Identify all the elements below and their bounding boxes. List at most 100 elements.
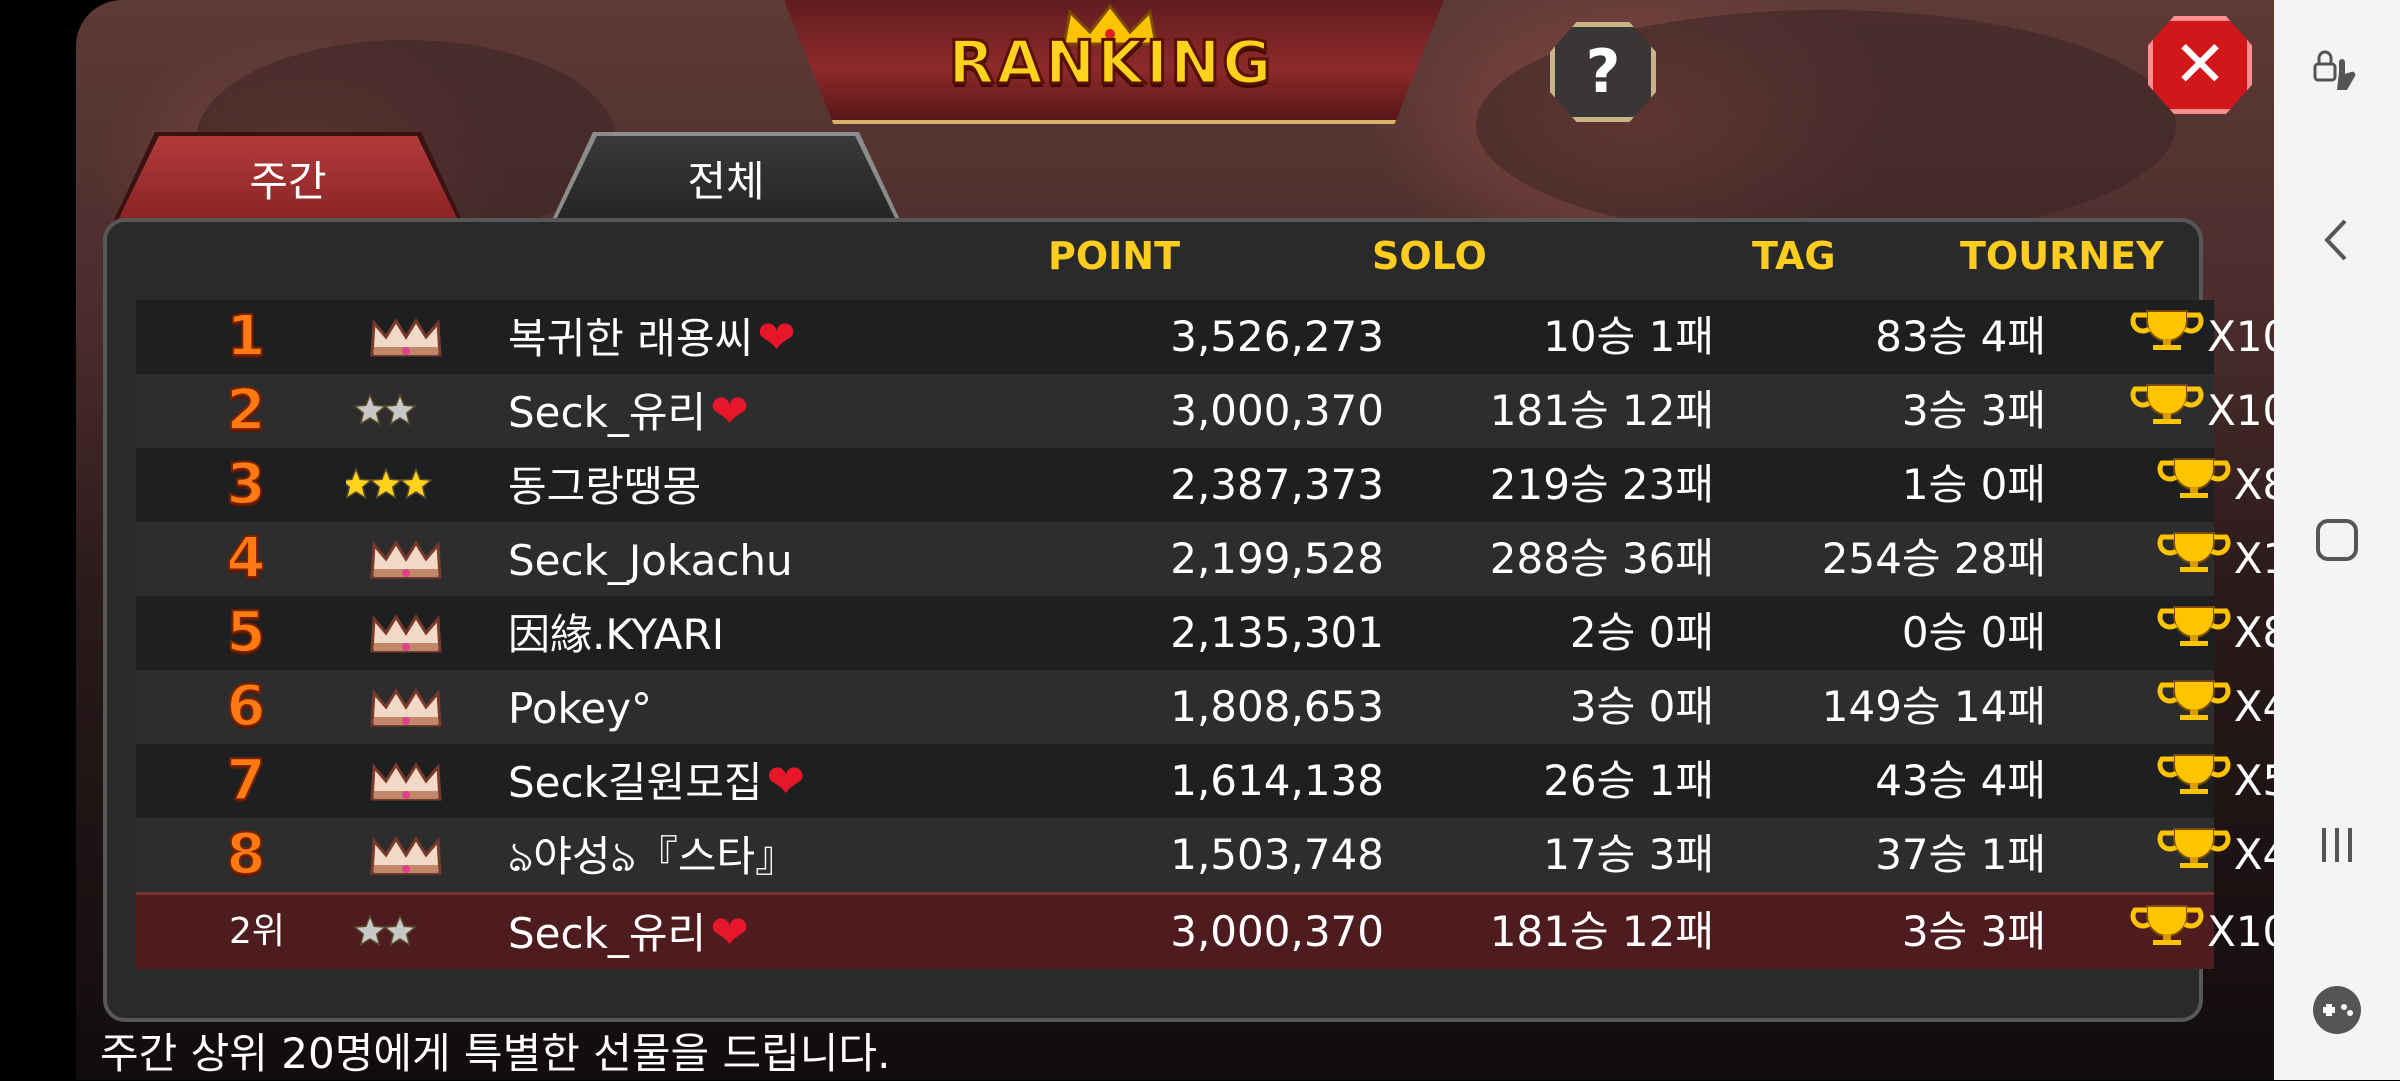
touch-lock-icon[interactable] (2274, 20, 2400, 120)
ranking-row[interactable]: 8ঌ야성ঌ『스타』1,503,74817승 3패37승 1패X49 (136, 818, 2316, 892)
tag-record: 1승 0패 (1901, 460, 2046, 509)
solo-record: 181승 12패 (1489, 907, 1714, 956)
trophy-icon (2156, 596, 2232, 670)
trophy-icon (2156, 448, 2232, 522)
trophy-icon (2156, 670, 2232, 744)
tag-record: 37승 1패 (1875, 830, 2046, 879)
ranking-row[interactable]: 7Seck길원모집❤1,614,13826승 1패43승 4패X54 (136, 744, 2316, 818)
tag-record: 83승 4패 (1875, 312, 2046, 361)
ranking-row[interactable]: 5因緣.KYARI2,135,3012승 0패0승 0패X85 (136, 596, 2316, 670)
tourney-column-header: TOURNEY (1960, 234, 2164, 278)
star-grade-icon (336, 895, 476, 969)
player-name: Pokey° (508, 670, 968, 744)
trophy-icon (2156, 522, 2232, 596)
player-name: Seck_Jokachu (508, 522, 968, 596)
rank-number: 3 (226, 451, 267, 518)
close-icon: ✕ (2173, 28, 2227, 102)
player-name: Seck_유리❤ (508, 374, 968, 448)
solo-record: 288승 36패 (1489, 534, 1714, 583)
rank-number: 5 (226, 599, 267, 666)
trophy-icon (2129, 374, 2205, 448)
point-value: 1,503,748 (1170, 830, 1384, 879)
player-name-text: 因緣.KYARI (508, 610, 725, 659)
android-nav-bar (2274, 0, 2400, 1080)
crown-grade-icon (336, 744, 476, 818)
point-value: 2,135,301 (1170, 608, 1384, 657)
player-name: ঌ야성ঌ『스타』 (508, 818, 968, 892)
rank-number: 6 (226, 673, 267, 740)
ranking-row[interactable]: 4Seck_Jokachu2,199,528288승 36패254승 28패X1… (136, 522, 2316, 596)
rank-number: 2 (226, 377, 267, 444)
rank-number: 8 (226, 821, 267, 888)
ranking-row[interactable]: 1 복귀한 래용씨❤ 3,526,273 10승 1패 83승 4패 X101 (136, 300, 2316, 374)
column-headers: POINT SOLO TAG TOURNEY (0, 234, 2400, 294)
game-tools-icon[interactable] (2274, 960, 2400, 1060)
player-name-text: Pokey° (508, 684, 653, 733)
recents-icon[interactable] (2274, 795, 2400, 895)
home-icon[interactable] (2274, 490, 2400, 590)
player-name: 복귀한 래용씨❤ (508, 300, 968, 374)
star-grade-icon (336, 448, 476, 522)
heart-icon: ❤ (710, 905, 749, 959)
point-value: 3,526,273 (1170, 312, 1384, 361)
player-name-text: Seck_유리 (508, 909, 707, 958)
point-value: 1,808,653 (1170, 682, 1384, 731)
page-title: RANKING (947, 27, 1274, 100)
ranking-row[interactable]: 6Pokey°1,808,6533승 0패149승 14패X47 (136, 670, 2316, 744)
solo-record: 10승 1패 (1543, 312, 1714, 361)
crown-grade-icon (336, 670, 476, 744)
tag-record: 149승 14패 (1821, 682, 2046, 731)
rank-number: 7 (226, 747, 267, 814)
solo-record: 26승 1패 (1543, 756, 1714, 805)
player-name-text: Seck길원모집 (508, 758, 763, 807)
crown-grade-icon (336, 300, 476, 374)
crown-grade-icon (336, 522, 476, 596)
solo-column-header: SOLO (1372, 234, 1487, 278)
tag-record: 3승 3패 (1901, 386, 2046, 435)
tab-all[interactable]: 전체 (556, 136, 896, 220)
help-button[interactable]: ? (1550, 22, 1656, 122)
tag-column-header: TAG (1752, 234, 1836, 278)
trophy-icon (2156, 818, 2232, 892)
solo-record: 181승 12패 (1489, 386, 1714, 435)
ranking-row[interactable]: 2 Seck_유리❤ 3,000,370 181승 12패 3승 3패 X102 (136, 374, 2316, 448)
trophy-icon (2129, 300, 2205, 374)
ranking-list: 1 복귀한 래용씨❤ 3,526,273 10승 1패 83승 4패 X101 2 Seck_… (136, 300, 2316, 969)
tag-record: 254승 28패 (1821, 534, 2046, 583)
solo-record: 17승 3패 (1543, 830, 1714, 879)
rank-number: 2위 (228, 911, 286, 952)
tab-weekly[interactable]: 주간 (118, 136, 458, 220)
rank-number: 1 (226, 303, 267, 370)
player-name-text: ঌ야성ঌ『스타』 (508, 832, 798, 881)
footer-notice: 주간 상위 20명에게 특별한 선물을 드립니다. (100, 1029, 891, 1078)
tag-record: 0승 0패 (1901, 608, 2046, 657)
tag-record: 43승 4패 (1875, 756, 2046, 805)
player-name-text: Seck_Jokachu (508, 536, 793, 585)
back-icon[interactable] (2274, 190, 2400, 290)
player-name-text: Seck_유리 (508, 388, 707, 437)
player-name: Seck_유리❤ (508, 895, 968, 969)
trophy-icon (2156, 744, 2232, 818)
crown-grade-icon (336, 596, 476, 670)
help-icon: ? (1585, 37, 1621, 107)
ranking-row[interactable]: 3동그랑땡몽2,387,373219승 23패1승 0패X80 (136, 448, 2316, 522)
player-name-text: 동그랑땡몽 (508, 462, 702, 511)
player-name: 동그랑땡몽 (508, 448, 968, 522)
solo-record: 219승 23패 (1489, 460, 1714, 509)
star-grade-icon (336, 374, 476, 448)
close-button[interactable]: ✕ (2148, 16, 2252, 114)
crown-grade-icon (336, 818, 476, 892)
solo-record: 2승 0패 (1569, 608, 1714, 657)
player-name: Seck길원모집❤ (508, 744, 968, 818)
my-rank-row[interactable]: 2위 Seck_유리❤ 3,000,370 181승 12패 3승 3패 X102 (136, 892, 2316, 969)
heart-icon: ❤ (710, 384, 749, 438)
point-value: 1,614,138 (1170, 756, 1384, 805)
player-name: 因緣.KYARI (508, 596, 968, 670)
tab-label: 전체 (687, 156, 765, 206)
solo-record: 3승 0패 (1569, 682, 1714, 731)
point-value: 2,387,373 (1170, 460, 1384, 509)
trophy-icon (2129, 895, 2205, 969)
point-value: 3,000,370 (1170, 386, 1384, 435)
heart-icon: ❤ (757, 310, 796, 364)
point-value: 2,199,528 (1170, 534, 1384, 583)
